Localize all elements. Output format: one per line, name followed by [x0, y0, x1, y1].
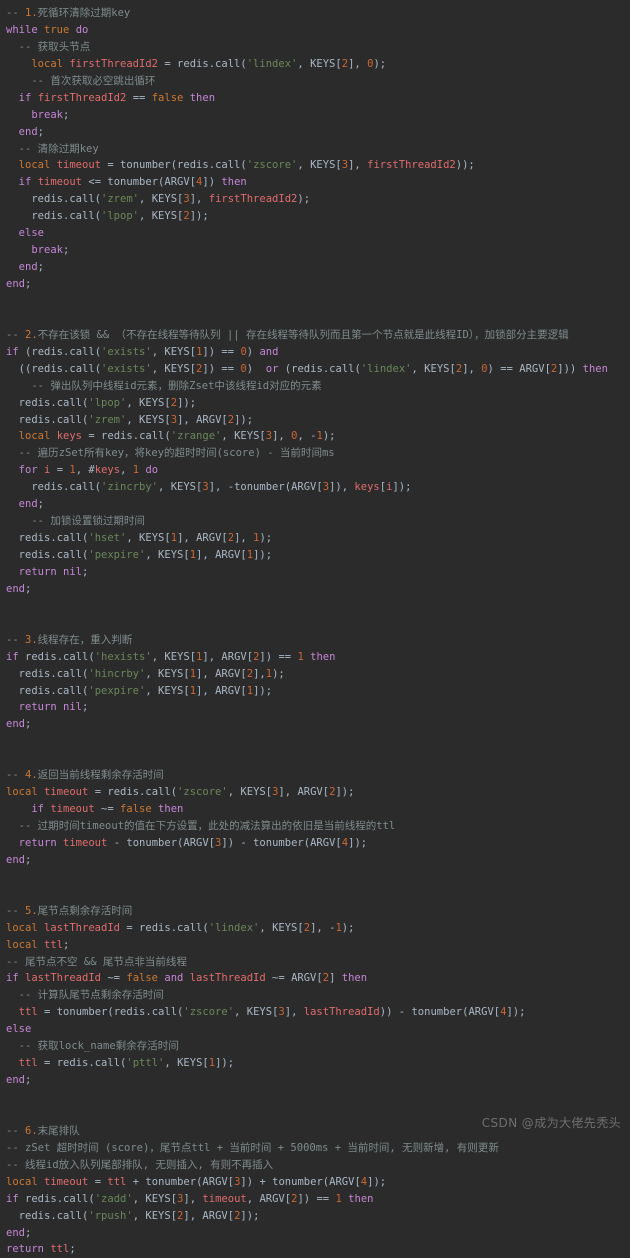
code-line: -- 清除过期key: [6, 142, 99, 155]
code-line: local ttl;: [6, 938, 70, 951]
code-line: end;: [6, 1074, 32, 1087]
code-line: -- 2.不存在该锁 && （不存在线程等待队列 || 存在线程等待队列而且第一…: [6, 328, 569, 341]
code-line: end;: [6, 1226, 32, 1239]
code-line: redis.call('hincrby', KEYS[1], ARGV[2],1…: [18, 667, 285, 680]
csdn-watermark: CSDN @成为大佬先秃头: [481, 1116, 621, 1130]
code-line: local timeout = ttl + tonumber(ARGV[3]) …: [6, 1175, 387, 1188]
code-line: redis.call('zrem', KEYS[3], firstThreadI…: [31, 193, 311, 206]
code-line: end;: [6, 278, 32, 290]
code-line: local firstThreadId2 = redis.call('linde…: [31, 57, 387, 70]
code-line: local lastThreadId = redis.call('lindex'…: [6, 921, 355, 934]
code-line: -- zSet 超时时间 (score)，尾节点ttl + 当前时间 + 500…: [6, 1141, 499, 1154]
code-line: end;: [6, 718, 32, 731]
code-line: -- 4.返回当前线程剩余存活时间: [6, 769, 164, 782]
code-line: end;: [18, 125, 45, 138]
code-line: local keys = redis.call('zrange', KEYS[3…: [18, 430, 336, 443]
code-line: local timeout = tonumber(redis.call('zsc…: [18, 159, 475, 172]
code-line: redis.call('lpop', KEYS[2]);: [18, 396, 197, 409]
code-line: -- 遍历zSet所有key，将key的超时时间(score) - 当前时间ms: [6, 447, 335, 460]
code-line: return nil;: [18, 701, 89, 714]
code-line: if firstThreadId2 == false then: [18, 91, 216, 104]
code-line: return timeout - tonumber(ARGV[3]) - ton…: [18, 836, 368, 849]
code-line: else: [6, 1023, 32, 1036]
code-line: -- 1.死循环清除过期key: [6, 7, 131, 19]
code-line: redis.call('hset', KEYS[1], ARGV[2], 1);: [18, 532, 273, 545]
code-line: if redis.call('zadd', KEYS[3], timeout, …: [6, 1192, 374, 1205]
code-line: if lastThreadId ~= false and lastThreadI…: [6, 972, 368, 985]
code-line: if (redis.call('exists', KEYS[1]) == 0) …: [6, 345, 279, 358]
code-line: redis.call('rpush', KEYS[2], ARGV[2]);: [18, 1209, 260, 1222]
code-line: -- 首次获取必空跳出循环: [6, 74, 156, 87]
code-line: -- 尾节点不空 && 尾节点非当前线程: [6, 955, 187, 968]
code-line: end;: [18, 261, 45, 274]
code-line: ((redis.call('exists', KEYS[2]) == 0) or…: [18, 362, 608, 375]
code-line: local timeout = redis.call('zscore', KEY…: [6, 786, 355, 799]
code-line: -- 线程id放入队列尾部排队, 无则插入, 有则不再插入: [6, 1158, 274, 1171]
code-line: -- 5.尾节点剩余存活时间: [6, 904, 133, 917]
code-line: -- 加锁设置锁过期时间: [6, 515, 145, 528]
code-line: redis.call('zrem', KEYS[3], ARGV[2]);: [18, 413, 254, 426]
code-listing: -- 1.死循环清除过期key while true do -- 获取头节点 lo…: [0, 0, 630, 1258]
code-line: return ttl;: [6, 1243, 76, 1256]
code-line: redis.call('zincrby', KEYS[3], -tonumber…: [31, 481, 412, 494]
code-line: -- 获取lock_name剩余存活时间: [6, 1040, 179, 1053]
code-line: end;: [6, 582, 32, 595]
code-line: -- 3.线程存在，重入判断: [6, 633, 133, 646]
code-line: return nil;: [18, 565, 89, 578]
code-line: ttl = tonumber(redis.call('zscore', KEYS…: [18, 1006, 526, 1019]
code-line: if redis.call('hexists', KEYS[1], ARGV[2…: [6, 650, 336, 663]
code-line: while true do: [6, 23, 89, 36]
code-line: redis.call('lpop', KEYS[2]);: [31, 210, 209, 223]
code-line: if timeout <= tonumber(ARGV[4]) then: [18, 176, 247, 189]
code-line: -- 获取头节点: [6, 40, 91, 53]
code-line: -- 弹出队列中线程id元素，删除Zset中该线程id对应的元素: [6, 379, 322, 392]
code-line: else: [18, 227, 44, 240]
code-line: if timeout ~= false then: [31, 803, 184, 816]
code-line: end;: [18, 498, 45, 511]
code-line: ttl = redis.call('pttl', KEYS[1]);: [18, 1057, 235, 1070]
code-line: -- 过期时间timeout的值在下方设置，此处的减法算出的依旧是当前线程的tt…: [6, 820, 396, 832]
code-line: -- 计算队尾节点剩余存活时间: [6, 989, 164, 1002]
code-line: end;: [6, 853, 32, 866]
code-line: break;: [31, 108, 70, 121]
code-line: for i = 1, #keys, 1 do: [18, 464, 159, 477]
code-line: break;: [31, 244, 70, 257]
code-line: redis.call('pexpire', KEYS[1], ARGV[1]);: [18, 549, 273, 561]
code-line: redis.call('pexpire', KEYS[1], ARGV[1]);: [18, 684, 273, 697]
